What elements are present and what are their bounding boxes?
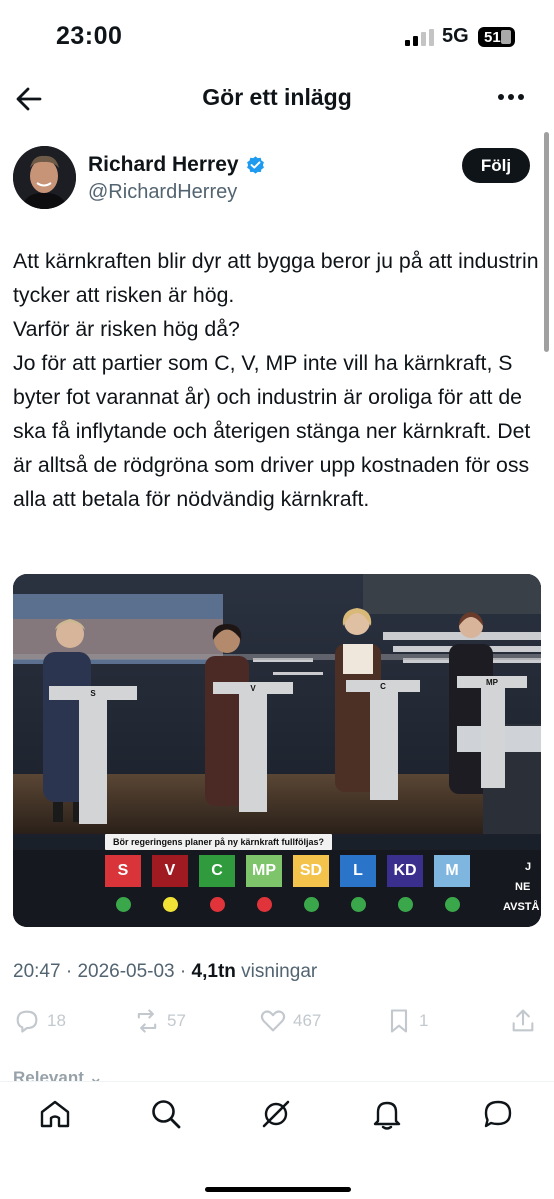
vote-dot [303,897,319,912]
reply-icon [16,1010,38,1033]
battery-icon: 51 [478,27,515,47]
author-handle[interactable]: @RichardHerrey [88,181,237,204]
follow-button[interactable]: Följ [462,148,530,183]
signal-icon [405,29,434,46]
party-result: KD [387,855,423,912]
heart-icon [260,1010,286,1032]
party-result: L [340,855,376,912]
party-label: KD [387,855,423,887]
legend-abstain: AVSTÅ [503,901,540,913]
more-options-button[interactable] [498,94,524,100]
bookmark-button[interactable]: 1 [385,1007,428,1035]
scrollbar[interactable] [544,132,549,352]
podium-label: V [250,684,256,693]
vote-dot [209,897,225,912]
podium-label: C [380,682,386,691]
network-label: 5G [442,25,469,47]
poll-question: Bör regeringens planer på ny kärnkraft f… [105,834,333,850]
home-icon[interactable] [38,1097,72,1131]
chevron-down-icon: ⌄ [88,1068,103,1082]
tweet-media[interactable]: S V C MP Bör regeringens planer på ny kä… [13,574,541,927]
status-bar: 23:00 5G 51 [0,0,554,74]
vote-dot [444,897,460,912]
party-result: MP [246,855,282,912]
legend-no: NE [515,881,531,893]
search-icon[interactable] [149,1097,183,1131]
more-horizontal-icon [498,94,504,100]
tweet-meta: 20:47 · 2026-05-03 · 4,1tn visningar [13,961,318,982]
sort-label: Relevant [13,1068,84,1082]
party-label: SD [293,855,329,887]
bookmark-icon [390,1009,408,1033]
share-icon [512,1009,534,1032]
battery-level: 51 [484,28,501,46]
party-label: L [340,855,376,887]
verified-badge-icon [246,155,264,174]
views-count: 4,1tn [191,961,236,982]
tweet-date: 2026-05-03 [77,961,175,982]
party-result: M [434,855,470,912]
avatar[interactable] [13,146,76,209]
vote-dot [162,897,178,912]
vote-dot [256,897,272,912]
author-name-text: Richard Herrey [88,153,239,176]
tweet-actions: 18 57 467 1 [13,1005,540,1039]
vote-dot [115,897,131,912]
like-button[interactable]: 467 [259,1007,321,1035]
bookmark-count: 1 [419,1011,429,1030]
podium-label: S [90,689,96,698]
party-result: V [152,855,188,912]
grok-icon[interactable] [259,1097,293,1131]
page-title: Gör ett inlägg [202,84,352,110]
party-label: S [105,855,141,887]
views-label: visningar [241,961,318,982]
vote-dot [350,897,366,912]
messages-icon[interactable] [481,1097,515,1131]
reply-count: 18 [47,1011,66,1030]
status-time: 23:00 [56,22,123,50]
notifications-icon[interactable] [370,1097,404,1131]
home-indicator [205,1187,351,1192]
reply-button[interactable]: 18 [13,1007,66,1035]
like-count: 467 [293,1011,322,1030]
tweet-time: 20:47 [13,961,61,982]
party-result: C [199,855,235,912]
author-name[interactable]: Richard Herrey [88,153,266,177]
party-result: SD [293,855,329,912]
party-results: S V C MP SD L KD M [105,855,470,912]
party-result: S [105,855,141,912]
vote-dot [397,897,413,912]
party-label: V [152,855,188,887]
party-label: MP [246,855,282,887]
legend-yes: J [525,861,532,873]
party-label: C [199,855,235,887]
podium-label: MP [486,678,499,687]
sort-replies-button[interactable]: Relevant ⌄ [13,1068,103,1082]
repost-count: 57 [167,1011,186,1030]
share-button[interactable] [509,1007,537,1035]
repost-icon [137,1009,157,1033]
header: Gör ett inlägg [0,74,554,124]
party-label: M [434,855,470,887]
tweet-text: Att kärnkraften blir dyr att bygga beror… [13,249,539,511]
ticker-legend: J NE AVSTÅ [501,857,541,917]
bottom-nav [0,1081,554,1199]
repost-button[interactable]: 57 [133,1007,186,1035]
